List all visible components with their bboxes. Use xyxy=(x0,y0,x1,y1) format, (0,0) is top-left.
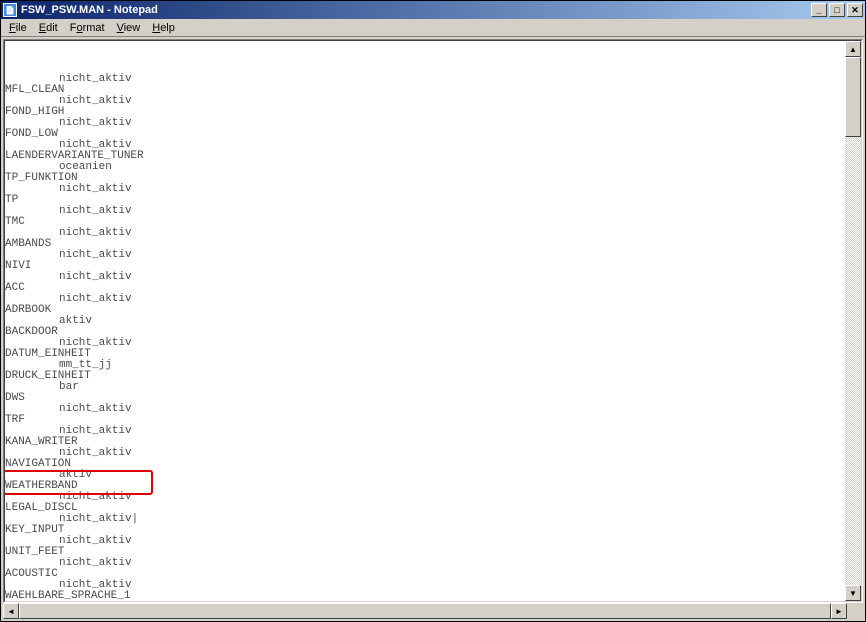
menu-edit[interactable]: Edit xyxy=(33,21,64,35)
config-value: nicht_aktiv xyxy=(5,448,845,459)
config-value: aktiv xyxy=(5,470,845,481)
config-key: LAENDERVARIANTE_TUNER xyxy=(5,151,845,162)
config-value: nicht_aktiv xyxy=(5,294,845,305)
config-value: nicht_aktiv xyxy=(5,404,845,415)
minimize-button[interactable]: _ xyxy=(811,3,827,17)
menubar: File Edit Format View Help xyxy=(1,19,865,37)
scroll-corner xyxy=(847,603,863,619)
horizontal-scrollbar[interactable]: ◄ ► xyxy=(3,603,847,619)
config-key: WAEHLBARE_SPRACHE_1 xyxy=(5,591,845,601)
config-value: nicht_aktiv xyxy=(5,536,845,547)
vscroll-track[interactable] xyxy=(845,57,861,585)
text-editor[interactable]: nicht_aktivMFL_CLEANnicht_aktivFOND_HIGH… xyxy=(5,41,845,601)
menu-view[interactable]: View xyxy=(111,21,147,35)
vertical-scrollbar[interactable]: ▲ ▼ xyxy=(845,41,861,601)
config-value: nicht_aktiv xyxy=(5,228,845,239)
config-key: DRUCK_EINHEIT xyxy=(5,371,845,382)
scroll-right-button[interactable]: ► xyxy=(831,603,847,619)
config-value: nicht_aktiv xyxy=(5,492,845,503)
menu-help[interactable]: Help xyxy=(146,21,181,35)
config-value: nicht_aktiv xyxy=(5,96,845,107)
titlebar[interactable]: 📄 FSW_PSW.MAN - Notepad _ □ ✕ xyxy=(1,1,865,19)
config-value: oceanien xyxy=(5,162,845,173)
config-value: nicht_aktiv xyxy=(5,272,845,283)
config-key: NAVIGATION xyxy=(5,459,845,470)
config-value: mm_tt_jj xyxy=(5,360,845,371)
menu-format[interactable]: Format xyxy=(64,21,111,35)
config-value: nicht_aktiv xyxy=(5,580,845,591)
close-button[interactable]: ✕ xyxy=(847,3,863,17)
hscroll-track[interactable] xyxy=(19,603,831,619)
hscroll-thumb[interactable] xyxy=(19,603,831,619)
config-key: ADRBOOK xyxy=(5,305,845,316)
scroll-left-button[interactable]: ◄ xyxy=(3,603,19,619)
maximize-button[interactable]: □ xyxy=(829,3,845,17)
scroll-up-button[interactable]: ▲ xyxy=(845,41,861,57)
config-value: nicht_aktiv xyxy=(5,426,845,437)
config-value: nicht_aktiv xyxy=(5,118,845,129)
config-value: nicht_aktiv| xyxy=(5,514,845,525)
scroll-down-button[interactable]: ▼ xyxy=(845,585,861,601)
window-title: FSW_PSW.MAN - Notepad xyxy=(21,4,811,16)
config-value: nicht_aktiv xyxy=(5,184,845,195)
content-wrap: nicht_aktivMFL_CLEANnicht_aktivFOND_HIGH… xyxy=(1,37,865,621)
config-key: DATUM_EINHEIT xyxy=(5,349,845,360)
config-value: nicht_aktiv xyxy=(5,74,845,85)
config-value: aktiv xyxy=(5,316,845,327)
notepad-icon: 📄 xyxy=(3,3,17,17)
config-value: bar xyxy=(5,382,845,393)
config-value: nicht_aktiv xyxy=(5,250,845,261)
notepad-window: 📄 FSW_PSW.MAN - Notepad _ □ ✕ File Edit … xyxy=(0,0,866,622)
vscroll-thumb[interactable] xyxy=(845,57,861,137)
config-value: nicht_aktiv xyxy=(5,338,845,349)
config-value: nicht_aktiv xyxy=(5,206,845,217)
config-value: nicht_aktiv xyxy=(5,558,845,569)
menu-file[interactable]: File xyxy=(3,21,33,35)
